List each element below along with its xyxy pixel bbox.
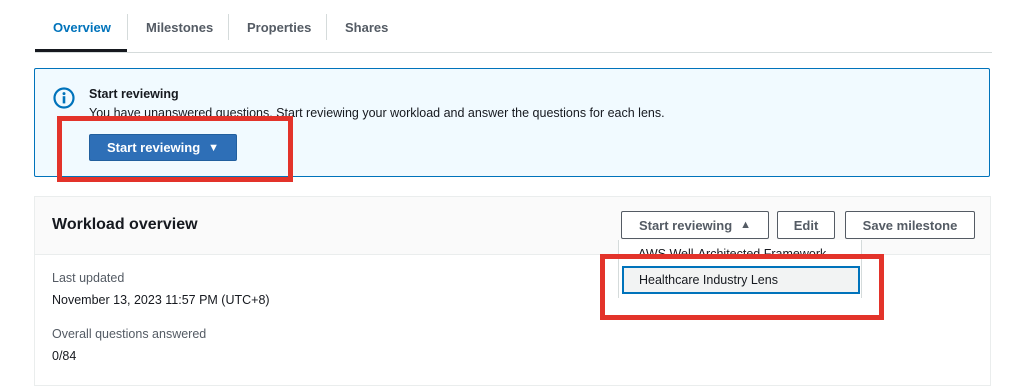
- tab-milestones[interactable]: Milestones: [146, 18, 213, 38]
- tab-divider: [228, 14, 229, 40]
- last-updated-value: November 13, 2023 11:57 PM (UTC+8): [52, 293, 270, 307]
- menu-item-healthcare-lens[interactable]: Healthcare Industry Lens: [622, 266, 860, 294]
- edit-button[interactable]: Edit: [777, 211, 835, 239]
- edit-button-label: Edit: [793, 217, 819, 233]
- start-reviewing-dropdown-button[interactable]: Start reviewing ▲: [621, 211, 769, 239]
- tab-divider: [326, 14, 327, 40]
- save-milestone-button-label: Save milestone: [862, 217, 958, 233]
- tab-overview[interactable]: Overview: [53, 18, 111, 38]
- tab-shares[interactable]: Shares: [345, 18, 388, 38]
- tab-properties[interactable]: Properties: [247, 18, 311, 38]
- start-reviewing-menu: AWS Well-Architected Framework Healthcar…: [618, 240, 862, 298]
- start-reviewing-button-label: Start reviewing: [106, 140, 201, 155]
- caret-up-icon: ▲: [740, 219, 752, 231]
- save-milestone-button[interactable]: Save milestone: [845, 211, 975, 239]
- tab-bar: Overview Milestones Properties Shares: [35, 0, 992, 53]
- questions-answered-label: Overall questions answered: [52, 327, 207, 341]
- tab-divider: [127, 14, 128, 40]
- menu-item-aws-framework[interactable]: AWS Well-Architected Framework: [638, 246, 826, 256]
- alert-message: You have unanswered questions. Start rev…: [89, 106, 665, 120]
- card-title: Workload overview: [52, 216, 198, 233]
- info-icon: [53, 87, 75, 109]
- alert-title: Start reviewing: [89, 87, 179, 101]
- caret-down-icon: ▼: [208, 141, 220, 154]
- start-reviewing-dropdown-label: Start reviewing: [638, 217, 733, 233]
- info-alert: Start reviewing You have unanswered ques…: [34, 68, 990, 177]
- questions-answered-value: 0/84: [52, 349, 77, 363]
- active-tab-indicator: [35, 49, 127, 52]
- start-reviewing-button[interactable]: Start reviewing ▼: [89, 134, 237, 161]
- last-updated-label: Last updated: [52, 271, 125, 285]
